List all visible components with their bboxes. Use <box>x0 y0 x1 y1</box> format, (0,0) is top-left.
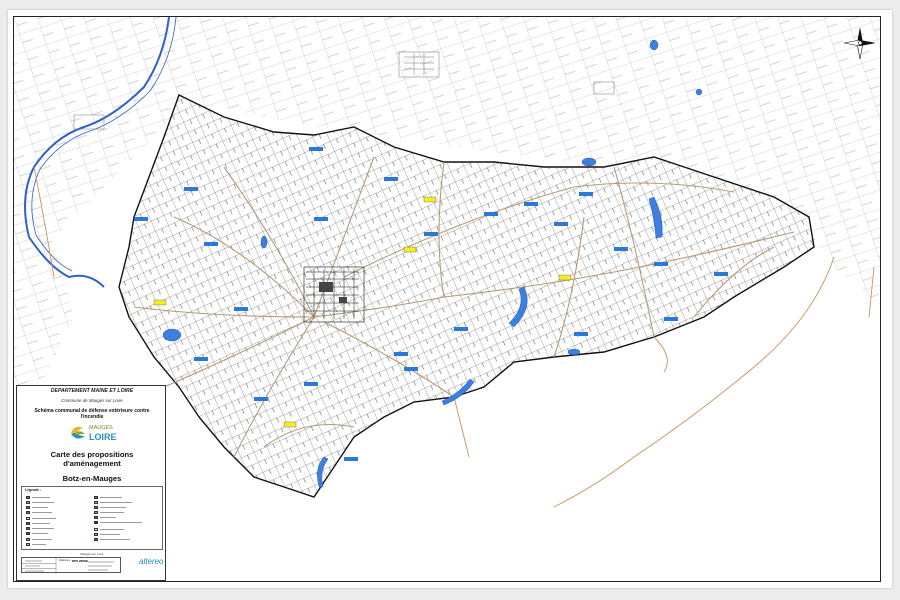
legend-swatch <box>26 506 30 509</box>
water-point-tag[interactable] <box>204 242 218 246</box>
water-point-tag[interactable] <box>654 262 668 266</box>
outer-parcels-west <box>14 237 74 387</box>
north-arrow-icon <box>843 27 876 60</box>
water-point-tag[interactable] <box>344 457 358 461</box>
proposal-tag[interactable] <box>558 274 572 281</box>
commune-label: Commune de Mauges sur Loire <box>61 398 123 403</box>
legend-text-lines <box>32 497 142 545</box>
map-title: Carte des propositions d'aménagement <box>50 450 134 468</box>
legend-swatch <box>26 511 30 514</box>
scale-bar <box>776 573 880 581</box>
water-point-tag[interactable] <box>524 202 538 206</box>
proposal-tag[interactable] <box>153 299 167 306</box>
water-point-tag[interactable] <box>184 187 198 191</box>
water-point-tag[interactable] <box>424 232 438 236</box>
water-point-tag[interactable] <box>714 272 728 276</box>
proposal-tag[interactable] <box>403 246 417 253</box>
altereo-logo: altereo <box>139 557 164 566</box>
legend-swatch <box>26 543 30 546</box>
place-name: Botz-en-Mauges <box>62 474 122 483</box>
water-point-tag[interactable] <box>234 307 248 311</box>
legend-swatch <box>26 517 30 520</box>
title-block-footer: Mauges sur Loire Référence : DPS 2665B a… <box>21 552 163 578</box>
water-point-tag[interactable] <box>394 352 408 356</box>
map-frame: DEPARTEMENT MAINE ET LOIRE Commune de Ma… <box>13 16 881 582</box>
legend-swatch <box>26 527 30 530</box>
scale-bar-graphic <box>776 580 880 581</box>
proposal-tag[interactable] <box>423 196 437 203</box>
legend-swatch <box>26 501 30 504</box>
legend-swatch <box>26 538 30 541</box>
water-point-tag[interactable] <box>574 332 588 336</box>
proposal-tag[interactable] <box>283 421 297 428</box>
water-point-tag[interactable] <box>384 177 398 181</box>
water-point-tag[interactable] <box>614 247 628 251</box>
water-point-tag[interactable] <box>304 382 318 386</box>
water-point-tag[interactable] <box>554 222 568 226</box>
water-point-tag[interactable] <box>664 317 678 321</box>
logo-text-mauges: MAUGES <box>89 425 113 431</box>
water-point-tag[interactable] <box>404 367 418 371</box>
department-label: DEPARTEMENT MAINE ET LOIRE <box>50 388 134 394</box>
water-point-tag[interactable] <box>309 147 323 151</box>
footer-commune: Mauges sur Loire <box>80 552 104 556</box>
reference-value: DPS 2665B <box>72 559 88 563</box>
legend-swatch <box>26 532 30 535</box>
water-point-tag[interactable] <box>314 217 328 221</box>
logo-text-loire: LOIRE <box>89 432 117 442</box>
legend-swatch <box>26 522 30 525</box>
water-point-tag[interactable] <box>134 217 148 221</box>
water-point-tag[interactable] <box>579 192 593 196</box>
water-point-tag[interactable] <box>254 397 268 401</box>
footer-table: Référence : DPS 2665B <box>21 557 121 574</box>
legend-heading: Légende : <box>25 488 42 492</box>
legend-box: Légende : <box>21 486 163 550</box>
schema-title: Schéma communal de défense extérieure co… <box>34 408 150 420</box>
water-point-tag[interactable] <box>484 212 498 216</box>
legend-swatch <box>26 496 30 499</box>
water-point-tag[interactable] <box>194 357 208 361</box>
water-point-tag[interactable] <box>454 327 468 331</box>
reference-label: Référence : <box>59 559 72 562</box>
title-block: DEPARTEMENT MAINE ET LOIRE Commune de Ma… <box>16 385 166 581</box>
